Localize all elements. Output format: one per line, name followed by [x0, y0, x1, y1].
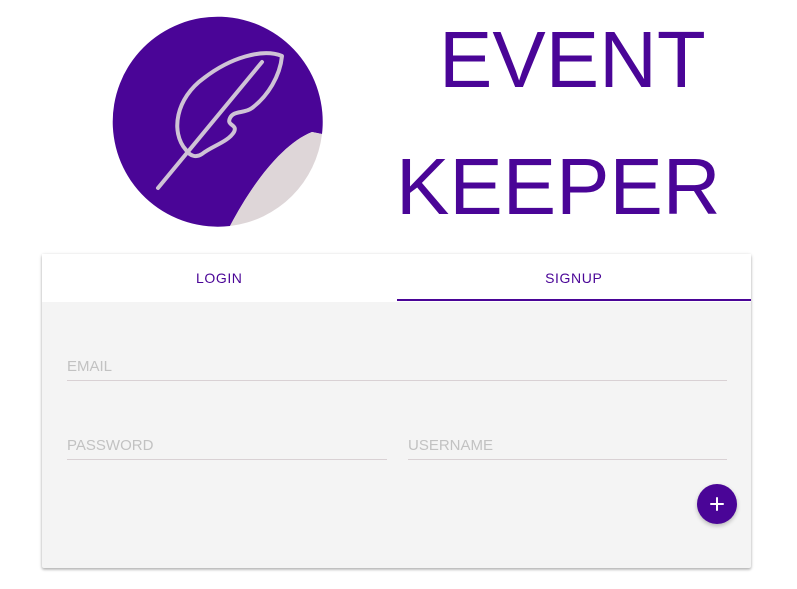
auth-card: LOGIN SIGNUP	[42, 254, 751, 568]
feather-sticker-icon	[112, 14, 328, 230]
tab-login-label: LOGIN	[195, 270, 243, 286]
username-field	[408, 430, 727, 460]
username-input[interactable]	[408, 433, 727, 459]
app-root: EVENT KEEPER LOGIN SIGNUP	[0, 0, 797, 589]
app-title-line-2: KEEPER	[396, 142, 721, 231]
plus-icon	[710, 497, 724, 511]
username-underline	[408, 459, 727, 460]
password-field	[67, 430, 387, 460]
add-button[interactable]	[697, 484, 737, 524]
email-field	[67, 351, 727, 381]
email-input[interactable]	[67, 354, 727, 380]
tab-signup[interactable]: SIGNUP	[397, 254, 752, 302]
password-underline	[67, 459, 387, 460]
tab-signup-label: SIGNUP	[545, 270, 603, 286]
app-title-line-1: EVENT	[439, 15, 706, 104]
active-tab-indicator	[397, 299, 751, 301]
tab-login[interactable]: LOGIN	[42, 254, 397, 302]
auth-tabs: LOGIN SIGNUP	[42, 254, 751, 302]
password-input[interactable]	[67, 433, 387, 459]
email-underline	[67, 380, 727, 381]
